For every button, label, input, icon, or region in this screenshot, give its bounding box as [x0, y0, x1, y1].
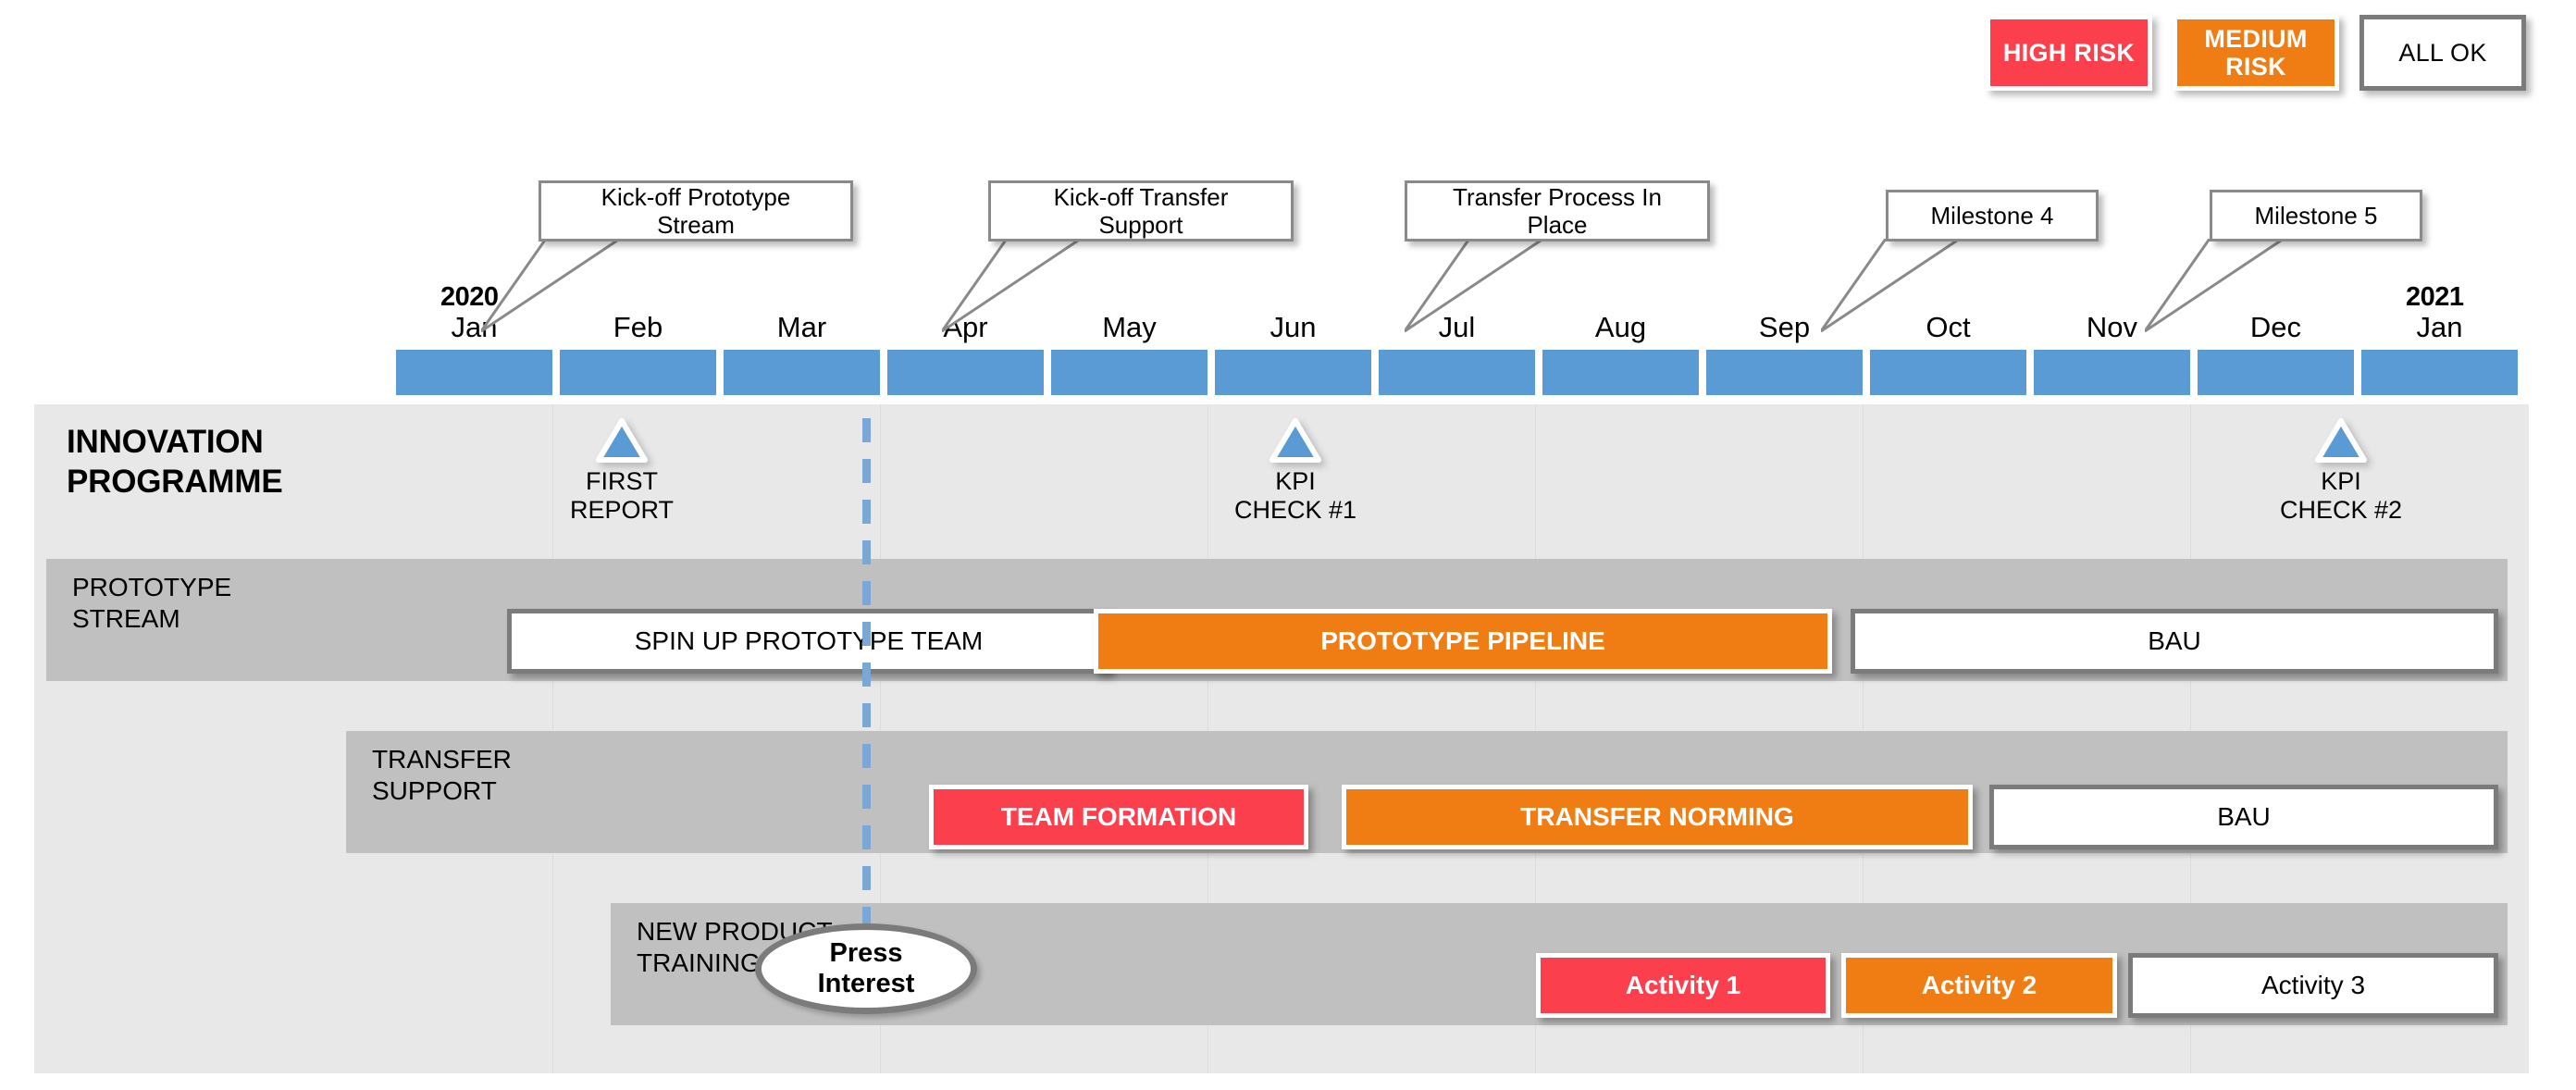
month-text: Nov [2086, 311, 2138, 343]
task-label: TRANSFER NORMING [1520, 801, 1794, 831]
callout-text: Milestone 5 [2254, 201, 2378, 229]
task-bar-team-formation[interactable]: TEAM FORMATION [929, 785, 1308, 849]
task-label: BAU [2148, 626, 2201, 655]
milestone-label: FIRST REPORT [569, 467, 675, 524]
month-cell-jan-2020[interactable] [396, 350, 552, 395]
month-cell-apr[interactable] [887, 350, 1044, 395]
legend-item-all-ok[interactable]: ALL OK [2359, 15, 2526, 91]
year-label-end: 2021 [2406, 282, 2464, 313]
month-label-sep: Sep [1706, 311, 1863, 344]
task-bar-activity-1[interactable]: Activity 1 [1536, 953, 1830, 1018]
task-bar-prototype-bau[interactable]: BAU [1851, 609, 2498, 674]
month-text: May [1102, 311, 1157, 343]
month-text: Jul [1438, 311, 1476, 343]
month-text: Jan [451, 311, 498, 343]
legend-label-high-risk: HIGH RISK [2002, 38, 2136, 67]
press-interest-text: Press Interest [817, 937, 915, 998]
legend-label-medium-risk: MEDIUM RISK [2204, 24, 2308, 81]
legend-label-all-ok: ALL OK [2398, 38, 2487, 67]
lane-label-text: TRANSFER SUPPORT [372, 745, 512, 806]
month-text: Jan [2416, 311, 2463, 343]
milestone-kpi-check-2[interactable]: KPI CHECK #2 [2248, 418, 2434, 525]
callout-text: Transfer Process In Place [1453, 182, 1662, 239]
callout-milestone-5[interactable]: Milestone 5 [2210, 190, 2422, 242]
month-cell-sep[interactable] [1706, 350, 1863, 395]
month-cell-aug[interactable] [1542, 350, 1699, 395]
month-label-aug: Aug [1542, 311, 1699, 344]
task-bar-activity-2[interactable]: Activity 2 [1841, 953, 2117, 1018]
month-label-feb: Feb [560, 311, 716, 344]
year-label-start: 2020 [440, 282, 499, 313]
lane-label-text: PROTOTYPE STREAM [72, 573, 232, 634]
month-label-jul: Jul [1379, 311, 1535, 344]
lane-label-prototype-stream: PROTOTYPE STREAM [72, 572, 231, 635]
task-bar-spin-up-prototype-team[interactable]: SPIN UP PROTOTYPE TEAM [507, 609, 1110, 674]
programme-title-text: INNOVATION PROGRAMME [67, 424, 283, 500]
task-bar-activity-3[interactable]: Activity 3 [2128, 953, 2498, 1018]
month-label-nov: Nov [2034, 311, 2190, 344]
year-text: 2020 [440, 282, 499, 312]
task-label: Activity 1 [1625, 970, 1741, 999]
callout-text: Kick-off Transfer Support [1053, 182, 1229, 239]
month-text: Jun [1269, 311, 1317, 343]
month-label-dec: Dec [2198, 311, 2354, 344]
callout-text: Milestone 4 [1930, 201, 2054, 229]
month-cell-jun[interactable] [1215, 350, 1371, 395]
task-label: BAU [2217, 801, 2271, 831]
milestone-label: KPI CHECK #2 [2279, 467, 2403, 524]
month-cell-nov[interactable] [2034, 350, 2190, 395]
callout-kickoff-prototype-stream[interactable]: Kick-off Prototype Stream [539, 180, 853, 242]
lane-label-transfer-support: TRANSFER SUPPORT [372, 744, 512, 807]
month-text: Feb [613, 311, 663, 343]
callout-kickoff-transfer-support[interactable]: Kick-off Transfer Support [988, 180, 1294, 242]
month-label-may: May [1051, 311, 1208, 344]
month-cell-jul[interactable] [1379, 350, 1535, 395]
month-label-jun: Jun [1215, 311, 1371, 344]
callout-transfer-process-in-place[interactable]: Transfer Process In Place [1405, 180, 1710, 242]
month-text: Apr [943, 311, 988, 343]
month-text: Aug [1594, 311, 1647, 343]
task-label: PROTOTYPE PIPELINE [1320, 626, 1605, 655]
task-label: Activity 3 [2260, 970, 2366, 999]
month-cell-dec[interactable] [2198, 350, 2354, 395]
task-label: Activity 2 [1921, 970, 2037, 999]
legend-item-high-risk[interactable]: HIGH RISK [1986, 15, 2152, 91]
annotation-press-interest[interactable]: Press Interest [755, 923, 977, 1014]
year-text: 2021 [2406, 282, 2464, 312]
triangle-marker-icon [596, 418, 648, 463]
page-title: INNOVATION PROGRAMME [67, 423, 283, 502]
month-text: Sep [1758, 311, 1811, 343]
month-text: Mar [776, 311, 827, 343]
callout-milestone-4[interactable]: Milestone 4 [1886, 190, 2099, 242]
month-label-apr: Apr [887, 311, 1044, 344]
month-cell-mar[interactable] [724, 350, 880, 395]
task-label: TEAM FORMATION [1000, 801, 1237, 831]
milestone-first-report[interactable]: FIRST REPORT [548, 418, 696, 525]
month-label-jan-2020: Jan [396, 311, 552, 344]
month-label-oct: Oct [1870, 311, 2026, 344]
task-label: SPIN UP PROTOTYPE TEAM [634, 626, 984, 655]
month-text: Dec [2249, 311, 2302, 343]
month-label-mar: Mar [724, 311, 880, 344]
month-cell-feb[interactable] [560, 350, 716, 395]
triangle-marker-icon [1269, 418, 1321, 463]
milestone-label: KPI CHECK #1 [1233, 467, 1357, 524]
roadmap-canvas: HIGH RISK MEDIUM RISK ALL OK Kick-off Pr… [0, 0, 2576, 1090]
press-interest-marker-line [862, 418, 871, 946]
milestone-kpi-check-1[interactable]: KPI CHECK #1 [1203, 418, 1388, 525]
month-label-jan-2021: Jan [2361, 311, 2518, 344]
month-cell-may[interactable] [1051, 350, 1208, 395]
task-bar-prototype-pipeline[interactable]: PROTOTYPE PIPELINE [1094, 609, 1832, 674]
task-bar-transfer-bau[interactable]: BAU [1989, 785, 2498, 849]
month-text: Oct [1926, 311, 1971, 343]
month-cell-oct[interactable] [1870, 350, 2026, 395]
risk-legend: HIGH RISK MEDIUM RISK ALL OK [1986, 15, 2526, 91]
legend-item-medium-risk[interactable]: MEDIUM RISK [2173, 15, 2339, 91]
task-bar-transfer-norming[interactable]: TRANSFER NORMING [1342, 785, 1973, 849]
month-cell-jan-2021[interactable] [2361, 350, 2518, 395]
triangle-marker-icon [2315, 418, 2367, 463]
callout-text: Kick-off Prototype Stream [601, 182, 791, 239]
